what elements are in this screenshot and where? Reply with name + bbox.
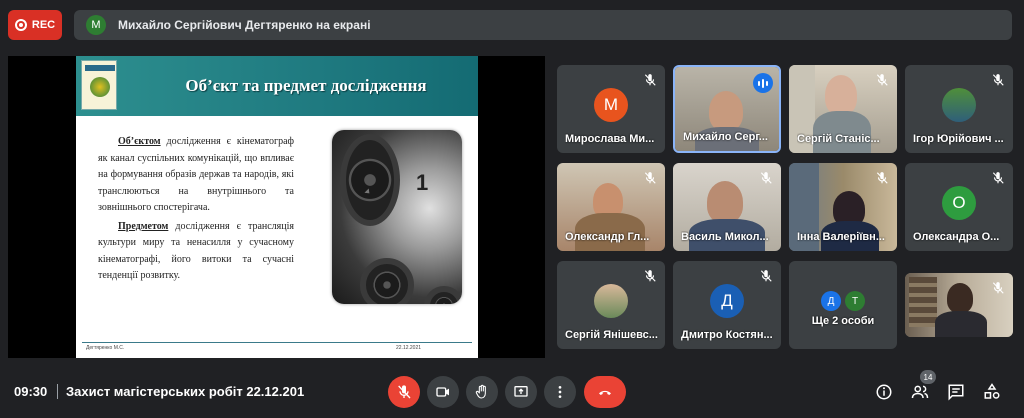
participant-name: Сергій Янішевс... bbox=[565, 329, 658, 341]
participant-name: Інна Валеріївн... bbox=[797, 231, 885, 243]
mic-off-icon bbox=[875, 171, 889, 185]
slide-footer-line bbox=[82, 342, 472, 343]
rec-button[interactable]: REC bbox=[8, 10, 62, 40]
participant-avatar: М bbox=[594, 88, 628, 122]
participant-tile[interactable]: Ігор Юрійович ... bbox=[905, 65, 1013, 153]
mic-off-icon bbox=[398, 385, 411, 399]
participant-name: Олександра О... bbox=[913, 231, 1000, 243]
rec-label: REC bbox=[31, 19, 56, 31]
meeting-details-button[interactable] bbox=[874, 382, 894, 402]
present-screen-button[interactable] bbox=[505, 376, 537, 408]
mic-off-icon bbox=[643, 73, 657, 87]
participant-tile[interactable]: Сергій Станіс... bbox=[789, 65, 897, 153]
participant-name: Мирослава Ми... bbox=[565, 133, 655, 145]
participant-name: Олександр Гл... bbox=[565, 231, 650, 243]
mic-off-icon bbox=[643, 171, 657, 185]
participant-tile[interactable]: О Олександра О... bbox=[905, 163, 1013, 251]
hand-icon bbox=[475, 384, 486, 399]
film-reel-icon bbox=[340, 134, 400, 226]
participant-tile[interactable]: Олександр Гл... bbox=[557, 163, 665, 251]
slide-footer-date: 22.12.2021 bbox=[396, 345, 422, 351]
more-participants-avatars: Д Т bbox=[821, 291, 865, 311]
leave-call-button[interactable] bbox=[584, 376, 626, 408]
participant-avatar: О bbox=[942, 186, 976, 220]
camera-icon bbox=[436, 387, 449, 397]
participant-tile[interactable]: М Мирослава Ми... bbox=[557, 65, 665, 153]
slide-body: Об’єктом дослідження є кінематограф як к… bbox=[98, 134, 294, 287]
object-paragraph: Об’єктом дослідження є кінематограф як к… bbox=[98, 134, 294, 217]
record-icon bbox=[14, 19, 27, 31]
hang-up-icon bbox=[599, 390, 611, 395]
divider bbox=[57, 384, 58, 399]
film-reel-icon bbox=[424, 286, 462, 304]
shared-screen[interactable]: Об’єкт та предмет дослідження Об’єктом д… bbox=[8, 56, 545, 358]
participant-name: Сергій Станіс... bbox=[797, 133, 880, 145]
activities-button[interactable] bbox=[982, 382, 1002, 402]
presentation-slide: Об’єкт та предмет дослідження Об’єктом д… bbox=[76, 56, 478, 358]
mic-off-icon bbox=[875, 73, 889, 87]
object-term: Об’єктом bbox=[118, 136, 161, 147]
mic-toggle-button[interactable] bbox=[388, 376, 420, 408]
subject-paragraph: Предметом дослідження є трансляція культ… bbox=[98, 219, 294, 285]
participant-name: Михайло Серг... bbox=[683, 131, 768, 143]
info-icon bbox=[876, 384, 892, 400]
participant-tile[interactable]: Василь Микол... bbox=[673, 163, 781, 251]
slide-title: Об’єкт та предмет дослідження bbox=[185, 76, 427, 95]
participant-avatar: Д bbox=[710, 284, 744, 318]
participant-tile-speaking[interactable]: Михайло Серг... bbox=[673, 65, 781, 153]
camera-toggle-button[interactable] bbox=[427, 376, 459, 408]
mic-off-icon bbox=[991, 171, 1005, 185]
presenting-banner: М Михайло Сергійович Дегтяренко на екран… bbox=[74, 10, 1012, 40]
mic-off-icon bbox=[991, 73, 1005, 87]
more-participants-label: Ще 2 особи bbox=[811, 315, 875, 327]
film-countdown-number: 1 bbox=[416, 170, 429, 195]
more-options-button[interactable] bbox=[544, 376, 576, 408]
self-view-tile[interactable] bbox=[905, 273, 1013, 337]
participant-photo-avatar bbox=[594, 284, 628, 318]
university-logo bbox=[81, 60, 117, 110]
participant-avatar: Т bbox=[845, 291, 865, 311]
chat-button[interactable] bbox=[946, 382, 966, 402]
participant-name: Василь Микол... bbox=[681, 231, 769, 243]
participant-tile[interactable]: Сергій Янішевс... bbox=[557, 261, 665, 349]
more-vert-icon bbox=[558, 386, 562, 398]
chat-icon bbox=[948, 384, 964, 401]
people-icon bbox=[911, 385, 929, 399]
mic-off-icon bbox=[643, 269, 657, 283]
object-text: дослідження є кінематограф як канал сусп… bbox=[98, 136, 294, 213]
subject-term: Предметом bbox=[118, 220, 169, 232]
film-projector-photo: 1 bbox=[332, 130, 462, 304]
mic-off-icon bbox=[991, 281, 1005, 295]
people-button[interactable] bbox=[910, 382, 930, 402]
presenting-text: Михайло Сергійович Дегтяренко на екрані bbox=[118, 18, 371, 32]
current-time: 09:30 bbox=[14, 384, 48, 399]
participant-tile[interactable]: Д Дмитро Костян... bbox=[673, 261, 781, 349]
more-participants-tile[interactable]: Д Т Ще 2 особи bbox=[789, 261, 897, 349]
participants-count-badge: 14 bbox=[920, 370, 936, 384]
participant-tile[interactable]: Інна Валеріївн... bbox=[789, 163, 897, 251]
presenter-avatar: М bbox=[86, 15, 106, 35]
participant-photo-avatar bbox=[942, 88, 976, 122]
participant-name: Ігор Юрійович ... bbox=[913, 133, 1004, 145]
speaking-indicator-icon bbox=[753, 73, 773, 93]
raise-hand-button[interactable] bbox=[466, 376, 498, 408]
slide-footer-author: Дегтяренко М.С. bbox=[86, 345, 125, 351]
present-icon bbox=[514, 386, 528, 397]
participant-name: Дмитро Костян... bbox=[681, 329, 773, 341]
activities-icon bbox=[984, 383, 1000, 399]
meeting-title: Захист магістерських робіт 22.12.201 bbox=[66, 384, 305, 399]
mic-off-icon bbox=[759, 269, 773, 283]
mic-off-icon bbox=[759, 171, 773, 185]
film-reel-icon bbox=[360, 258, 414, 304]
participant-avatar: Д bbox=[821, 291, 841, 311]
